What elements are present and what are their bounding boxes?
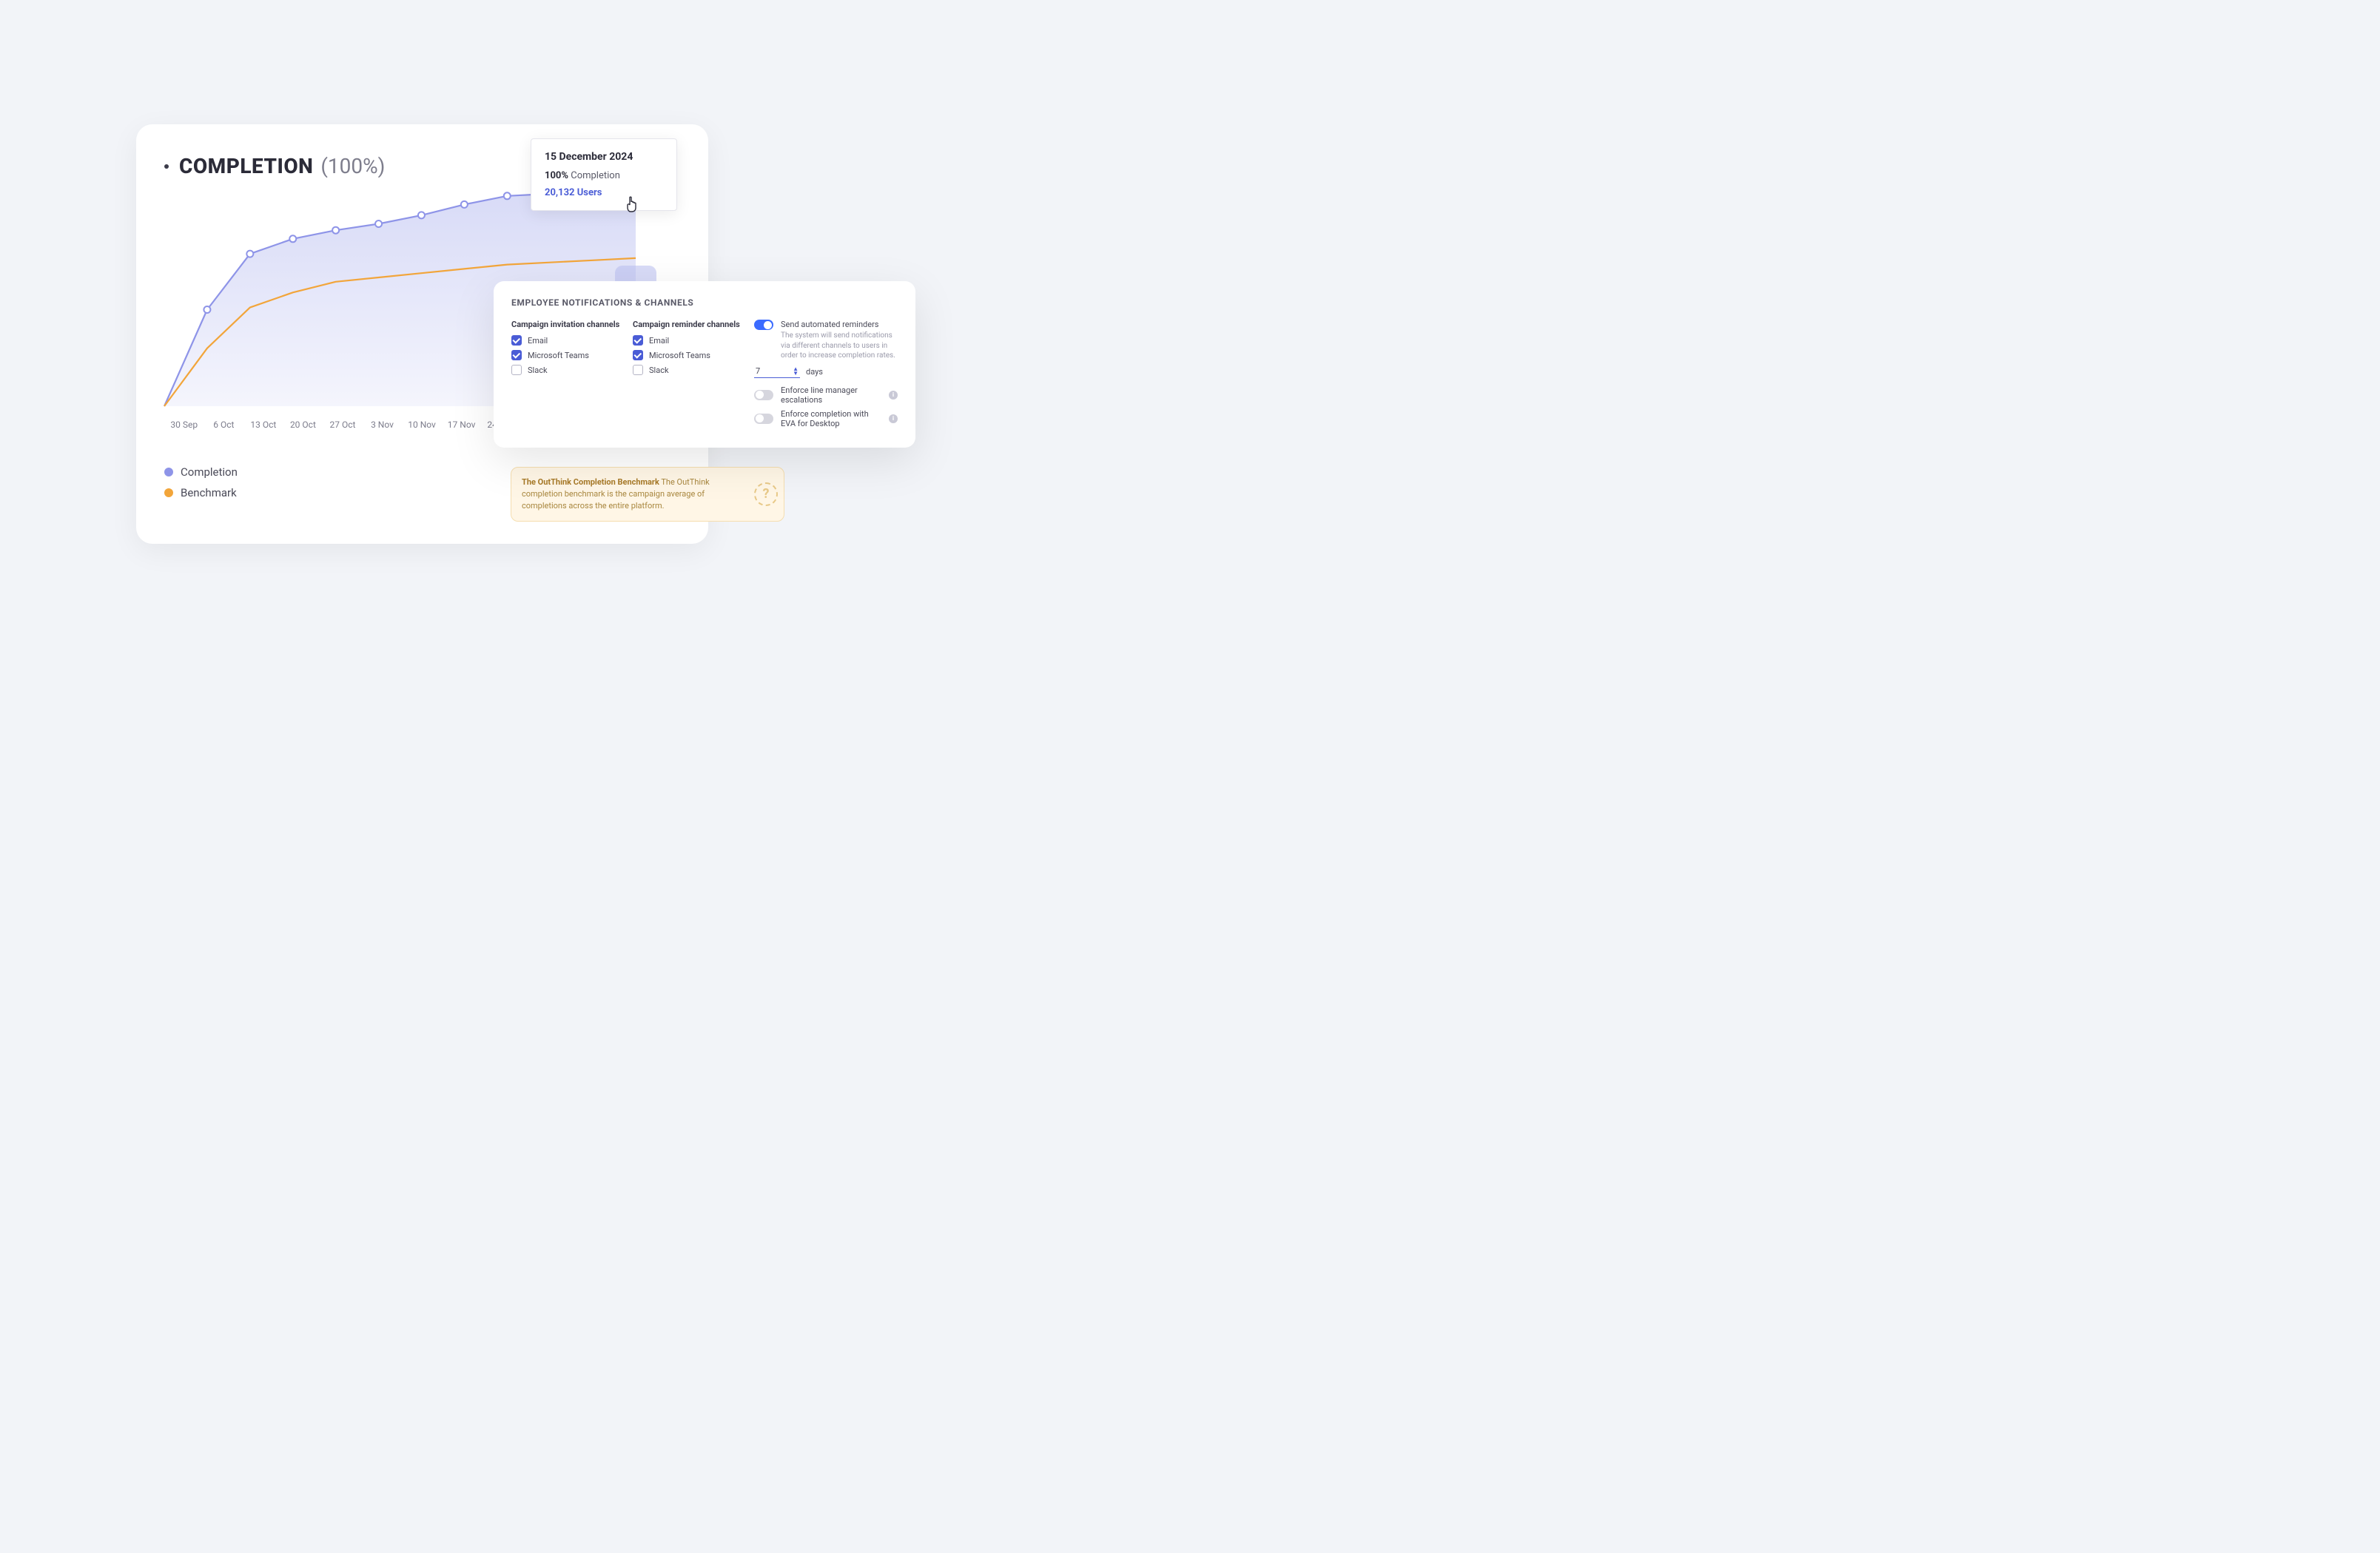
eva-label: Enforce completion with EVA for Desktop [781, 409, 877, 428]
invitation-column: Campaign invitation channels Email Micros… [511, 320, 622, 433]
reminder-checkbox[interactable] [633, 335, 643, 346]
card-title-wrap: COMPLETION (100%) [179, 154, 385, 178]
eva-toggle[interactable] [754, 414, 773, 424]
settings-column: Send automated reminders The system will… [754, 320, 898, 433]
title-bullet-icon [164, 164, 169, 169]
invitation-option: Slack [511, 365, 622, 375]
reminder-days-input: 7 ▲▼ days [754, 365, 898, 378]
legend-label-benchmark: Benchmark [181, 486, 237, 499]
reminder-days-unit: days [806, 367, 823, 377]
reminder-days-field[interactable]: 7 ▲▼ [754, 365, 800, 378]
reminder-option: Slack [633, 365, 744, 375]
legend-dot-icon [164, 468, 173, 476]
reminder-checkbox[interactable] [633, 365, 643, 375]
info-icon[interactable]: i [889, 414, 898, 423]
x-axis-tick[interactable]: 17 Nov [442, 420, 482, 430]
invitation-option: Email [511, 335, 622, 346]
notifications-panel: EMPLOYEE NOTIFICATIONS & CHANNELS Campai… [494, 281, 915, 448]
x-axis-tick[interactable]: 3 Nov [363, 420, 403, 430]
panel-grid: Campaign invitation channels Email Micros… [511, 320, 898, 433]
reminder-option: Microsoft Teams [633, 350, 744, 360]
chart-tooltip: 15 December 2024 100% Completion 20,132 … [531, 138, 677, 211]
tooltip-value-label: Completion [571, 170, 620, 181]
x-axis-tick[interactable]: 6 Oct [204, 420, 244, 430]
legend-label-completion: Completion [181, 465, 238, 479]
escalations-toggle[interactable] [754, 390, 773, 400]
reminder-label: Email [649, 336, 669, 346]
auto-reminders-row: Send automated reminders The system will… [754, 320, 898, 361]
x-axis-tick[interactable]: 13 Oct [243, 420, 283, 430]
tooltip-value-row: 100% Completion [545, 170, 663, 181]
eva-row: Enforce completion with EVA for Desktop … [754, 409, 898, 428]
x-axis-tick[interactable]: 30 Sep [164, 420, 204, 430]
reminder-heading: Campaign reminder channels [633, 320, 744, 329]
invitation-label: Slack [528, 365, 548, 375]
reminder-label: Slack [649, 365, 669, 375]
invitation-label: Email [528, 336, 548, 346]
panel-title: EMPLOYEE NOTIFICATIONS & CHANNELS [511, 297, 898, 308]
reminder-column: Campaign reminder channels Email Microsof… [633, 320, 744, 433]
x-axis-tick[interactable]: 10 Nov [402, 420, 442, 430]
reminder-option: Email [633, 335, 744, 346]
stepper-icon[interactable]: ▲▼ [793, 367, 799, 375]
card-title-percent: (100%) [320, 154, 385, 178]
auto-reminders-desc: The system will send notifications via d… [781, 331, 898, 361]
question-icon[interactable]: ? [754, 482, 778, 506]
tooltip-users: 20,132 Users [545, 187, 663, 198]
benchmark-info-note: The OutThink Completion Benchmark The Ou… [511, 467, 784, 522]
invitation-checkbox[interactable] [511, 335, 522, 346]
tooltip-date: 15 December 2024 [545, 151, 663, 163]
reminder-checkbox[interactable] [633, 350, 643, 360]
info-icon[interactable]: i [889, 391, 898, 400]
x-axis-tick[interactable]: 20 Oct [283, 420, 323, 430]
tooltip-value-pct: 100% [545, 170, 568, 181]
invitation-checkbox[interactable] [511, 365, 522, 375]
invitation-option: Microsoft Teams [511, 350, 622, 360]
invitation-label: Microsoft Teams [528, 351, 589, 360]
card-title: COMPLETION [179, 154, 313, 178]
reminder-days-value: 7 [756, 366, 760, 376]
escalations-label: Enforce line manager escalations [781, 385, 877, 405]
invitation-checkbox[interactable] [511, 350, 522, 360]
legend-dot-icon [164, 488, 173, 497]
escalations-row: Enforce line manager escalations i [754, 385, 898, 405]
reminder-label: Microsoft Teams [649, 351, 710, 360]
x-axis-tick[interactable]: 27 Oct [323, 420, 363, 430]
benchmark-note-bold: The OutThink Completion Benchmark [522, 477, 659, 487]
invitation-heading: Campaign invitation channels [511, 320, 622, 329]
auto-reminders-label: Send automated reminders [781, 320, 898, 329]
auto-reminders-toggle[interactable] [754, 320, 773, 330]
